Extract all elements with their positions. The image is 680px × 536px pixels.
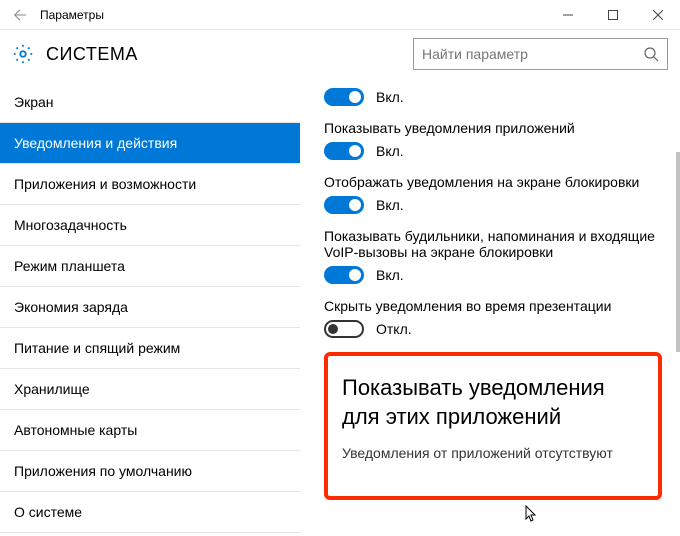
sidebar-item[interactable]: Приложения и возможности: [0, 164, 300, 205]
title-bar: Параметры: [0, 0, 680, 30]
toggle-switch[interactable]: [324, 266, 364, 284]
sidebar: ЭкранУведомления и действияПриложения и …: [0, 82, 300, 536]
search-input[interactable]: [422, 46, 643, 62]
toggle-label: Вкл.: [376, 197, 404, 213]
sidebar-item[interactable]: Экран: [0, 82, 300, 123]
toggle-row: Откл.: [324, 320, 662, 338]
gear-icon: [12, 43, 34, 65]
scrollbar-thumb[interactable]: [676, 152, 680, 352]
toggle-row: Вкл.: [324, 88, 662, 106]
mouse-cursor-icon: [525, 505, 539, 525]
setting-description: Скрыть уведомления во время презентации: [324, 298, 662, 314]
toggle-label: Откл.: [376, 321, 412, 337]
sidebar-item[interactable]: О системе: [0, 492, 300, 533]
minimize-button[interactable]: [545, 0, 590, 30]
sidebar-item[interactable]: Уведомления и действия: [0, 123, 300, 164]
sidebar-item[interactable]: Приложения по умолчанию: [0, 451, 300, 492]
sidebar-item[interactable]: Экономия заряда: [0, 287, 300, 328]
toggle-row: Вкл.: [324, 142, 662, 160]
search-icon: [643, 46, 659, 62]
toggle-switch[interactable]: [324, 320, 364, 338]
page-title: СИСТЕМА: [46, 44, 413, 65]
sidebar-item[interactable]: Хранилище: [0, 369, 300, 410]
section-title: Показывать уведомления для этих приложен…: [342, 374, 644, 431]
toggle-label: Вкл.: [376, 89, 404, 105]
search-box[interactable]: [413, 38, 668, 70]
sidebar-item[interactable]: Режим планшета: [0, 246, 300, 287]
setting-description: Отображать уведомления на экране блокиро…: [324, 174, 662, 190]
window-title: Параметры: [40, 8, 545, 22]
main-panel: Вкл. Показывать уведомления приложений Вкл…: [300, 82, 680, 536]
back-button[interactable]: [0, 8, 40, 22]
setting-description: Показывать уведомления приложений: [324, 120, 662, 136]
toggle-row: Вкл.: [324, 196, 662, 214]
page-header: СИСТЕМА: [0, 30, 680, 82]
close-button[interactable]: [635, 0, 680, 30]
sidebar-item[interactable]: Автономные карты: [0, 410, 300, 451]
toggle-label: Вкл.: [376, 267, 404, 283]
section-subtitle: Уведомления от приложений отсутствуют: [342, 445, 644, 461]
maximize-button[interactable]: [590, 0, 635, 30]
toggle-row: Вкл.: [324, 266, 662, 284]
sidebar-item[interactable]: Питание и спящий режим: [0, 328, 300, 369]
setting-description: Показывать будильники, напоминания и вхо…: [324, 228, 662, 260]
toggle-switch[interactable]: [324, 142, 364, 160]
toggle-label: Вкл.: [376, 143, 404, 159]
sidebar-item[interactable]: Многозадачность: [0, 205, 300, 246]
highlighted-section: Показывать уведомления для этих приложен…: [324, 352, 662, 500]
toggle-switch[interactable]: [324, 88, 364, 106]
toggle-switch[interactable]: [324, 196, 364, 214]
